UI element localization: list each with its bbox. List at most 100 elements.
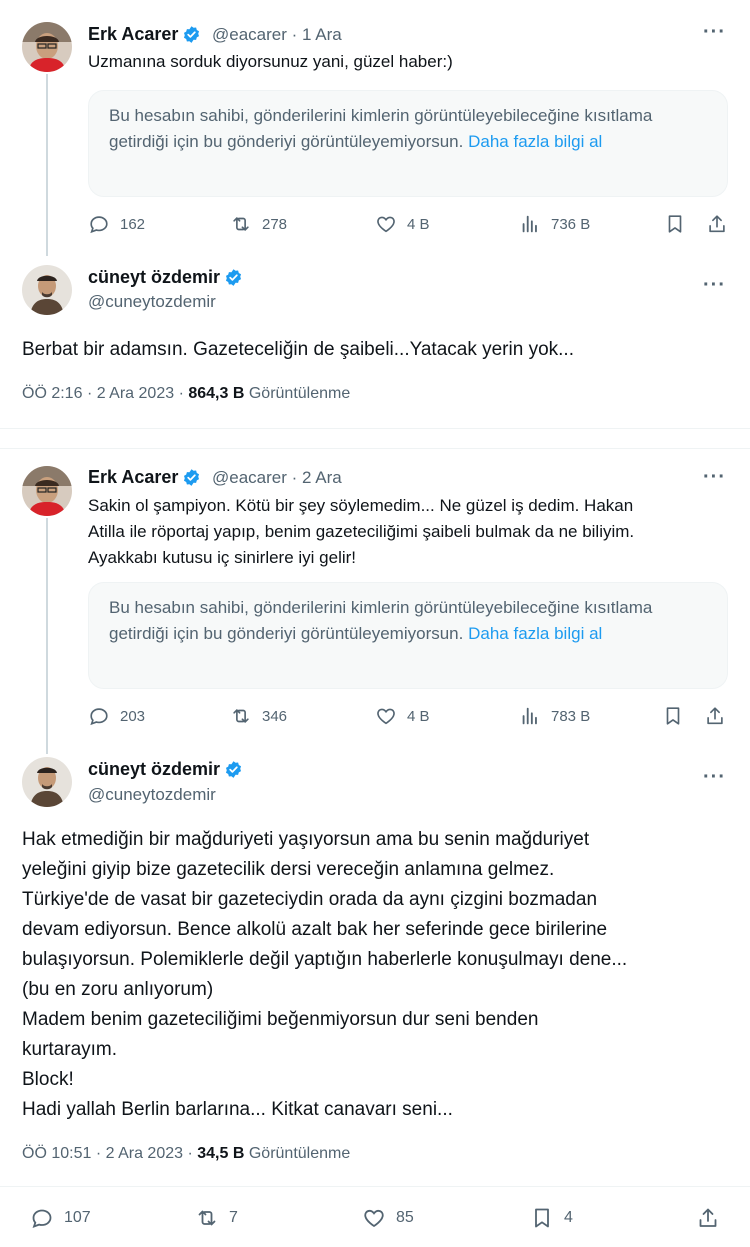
reply-button[interactable]: 162 bbox=[88, 213, 145, 235]
author-handle[interactable]: @cuneytozdemir bbox=[88, 785, 216, 805]
author-name-text[interactable]: Erk Acarer bbox=[88, 467, 178, 488]
views-count: 783 B bbox=[551, 707, 591, 725]
tweet-text-line: Block! bbox=[22, 1069, 74, 1090]
author-name-text[interactable]: cüneyt özdemir bbox=[88, 267, 220, 288]
author-name[interactable]: Erk Acarer bbox=[88, 24, 201, 45]
divider bbox=[0, 448, 750, 449]
share-icon bbox=[704, 705, 726, 727]
reply-count: 203 bbox=[120, 707, 146, 725]
share-button[interactable] bbox=[704, 705, 736, 727]
reply-icon bbox=[88, 705, 110, 727]
like-count: 4 B bbox=[407, 215, 430, 233]
views-count: 736 B bbox=[551, 215, 591, 233]
avatar-image bbox=[22, 466, 72, 516]
share-button[interactable] bbox=[706, 213, 738, 235]
views-button[interactable]: 736 B bbox=[519, 213, 590, 235]
restricted-notice: Bu hesabın sahibi, gönderilerini kimleri… bbox=[88, 90, 728, 197]
tweet-text-line: Türkiye'de de vasat bir gazeteciydin ora… bbox=[22, 889, 598, 910]
author-handle[interactable]: @eacarer bbox=[212, 468, 287, 487]
tweet-time[interactable]: ÖÖ 2:16 bbox=[22, 385, 82, 402]
like-button[interactable]: 4 B bbox=[375, 213, 430, 235]
tweet-meta: ÖÖ 10:51 · 2 Ara 2023 · 34,5 B Görüntüle… bbox=[22, 1145, 351, 1162]
tweet-text-line: Ayakkabı kutusu iç sinirlere iyi gelir! bbox=[88, 548, 357, 567]
tweet-date[interactable]: 2 Ara 2023 bbox=[106, 1145, 183, 1162]
tweet-time[interactable]: 1 Ara bbox=[302, 25, 342, 44]
reply-count: 162 bbox=[120, 215, 146, 233]
separator-dot: · bbox=[291, 468, 298, 487]
bookmark-icon bbox=[664, 213, 686, 235]
bookmark-icon bbox=[662, 705, 684, 727]
author-name-text[interactable]: Erk Acarer bbox=[88, 24, 178, 45]
more-options-icon[interactable]: ··· bbox=[703, 466, 726, 489]
tweet-text-line: bulaşıyorsun. Polemiklerle değil yaptığı… bbox=[22, 949, 628, 970]
author-handle[interactable]: @cuneytozdemir bbox=[88, 292, 216, 312]
views-label: Görüntülenme bbox=[248, 385, 351, 402]
avatar-image bbox=[22, 22, 72, 72]
avatar-erk[interactable] bbox=[22, 22, 72, 72]
learn-more-link[interactable]: Daha fazla bilgi al bbox=[468, 132, 602, 151]
share-icon bbox=[706, 213, 728, 235]
author-handle-line: @eacarer · 1 Ara bbox=[212, 25, 342, 45]
avatar-image bbox=[22, 265, 72, 315]
like-button[interactable]: 85 bbox=[362, 1206, 414, 1230]
tweet-text: Uzmanına sorduk diyorsunuz yani, güzel h… bbox=[88, 52, 453, 71]
restricted-notice: Bu hesabın sahibi, gönderilerini kimleri… bbox=[88, 582, 728, 689]
like-button[interactable]: 4 B bbox=[375, 705, 430, 727]
views-label: Görüntülenme bbox=[248, 1145, 351, 1162]
reply-icon bbox=[30, 1206, 54, 1230]
author-handle-line: @eacarer · 2 Ara bbox=[212, 468, 342, 488]
verified-badge-icon bbox=[224, 760, 243, 779]
author-name[interactable]: cüneyt özdemir bbox=[88, 267, 243, 288]
reply-button[interactable]: 107 bbox=[30, 1206, 91, 1230]
tweet-text: Hak etmediğin bir mağduriyeti yaşıyorsun… bbox=[22, 825, 742, 1125]
tweet-date[interactable]: 2 Ara 2023 bbox=[97, 385, 174, 402]
share-icon bbox=[696, 1206, 720, 1230]
like-count: 85 bbox=[396, 1209, 414, 1226]
verified-badge-icon bbox=[224, 268, 243, 287]
author-handle[interactable]: @eacarer bbox=[212, 25, 287, 44]
views-icon bbox=[519, 705, 541, 727]
learn-more-link[interactable]: Daha fazla bilgi al bbox=[468, 624, 602, 643]
avatar-cuneyt[interactable] bbox=[22, 265, 72, 315]
more-options-icon[interactable]: ··· bbox=[703, 274, 726, 297]
like-icon bbox=[375, 213, 397, 235]
tweet-text: Berbat bir adamsın. Gazeteceliğin de şai… bbox=[22, 339, 574, 360]
reply-button[interactable]: 203 bbox=[88, 705, 145, 727]
more-options-icon[interactable]: ··· bbox=[703, 21, 726, 44]
reply-count: 107 bbox=[64, 1209, 91, 1226]
avatar-image bbox=[22, 757, 72, 807]
tweet-meta: ÖÖ 2:16 · 2 Ara 2023 · 864,3 B Görüntüle… bbox=[22, 385, 351, 402]
avatar-erk[interactable] bbox=[22, 466, 72, 516]
repost-button[interactable]: 278 bbox=[230, 213, 287, 235]
author-name[interactable]: cüneyt özdemir bbox=[88, 759, 243, 780]
bookmark-button[interactable]: 4 bbox=[530, 1206, 573, 1230]
repost-count: 278 bbox=[262, 215, 288, 233]
bookmark-icon bbox=[530, 1206, 554, 1230]
tweet-text-line: devam ediyorsun. Bence alkolü azalt bak … bbox=[22, 919, 608, 940]
repost-count: 346 bbox=[262, 707, 288, 725]
more-options-icon[interactable]: ··· bbox=[703, 766, 726, 789]
separator-dot: · bbox=[291, 25, 298, 44]
views-count: 864,3 B bbox=[188, 385, 245, 402]
tweet-time[interactable]: 2 Ara bbox=[302, 468, 342, 487]
views-button[interactable]: 783 B bbox=[519, 705, 590, 727]
views-icon bbox=[519, 213, 541, 235]
bookmark-count: 4 bbox=[564, 1209, 573, 1226]
divider bbox=[0, 1186, 750, 1187]
repost-icon bbox=[230, 705, 252, 727]
reply-icon bbox=[88, 213, 110, 235]
repost-button[interactable]: 346 bbox=[230, 705, 287, 727]
like-icon bbox=[375, 705, 397, 727]
bookmark-button[interactable] bbox=[664, 213, 696, 235]
repost-button[interactable]: 7 bbox=[195, 1206, 238, 1230]
bookmark-button[interactable] bbox=[662, 705, 694, 727]
author-name[interactable]: Erk Acarer bbox=[88, 467, 201, 488]
tweet-time[interactable]: ÖÖ 10:51 bbox=[22, 1145, 91, 1162]
tweet-text-line: Atilla ile röportaj yapıp, benim gazetec… bbox=[88, 522, 635, 541]
repost-icon bbox=[195, 1206, 219, 1230]
share-button[interactable] bbox=[696, 1206, 730, 1230]
avatar-cuneyt[interactable] bbox=[22, 757, 72, 807]
verified-badge-icon bbox=[182, 25, 201, 44]
like-count: 4 B bbox=[407, 707, 430, 725]
author-name-text[interactable]: cüneyt özdemir bbox=[88, 759, 220, 780]
